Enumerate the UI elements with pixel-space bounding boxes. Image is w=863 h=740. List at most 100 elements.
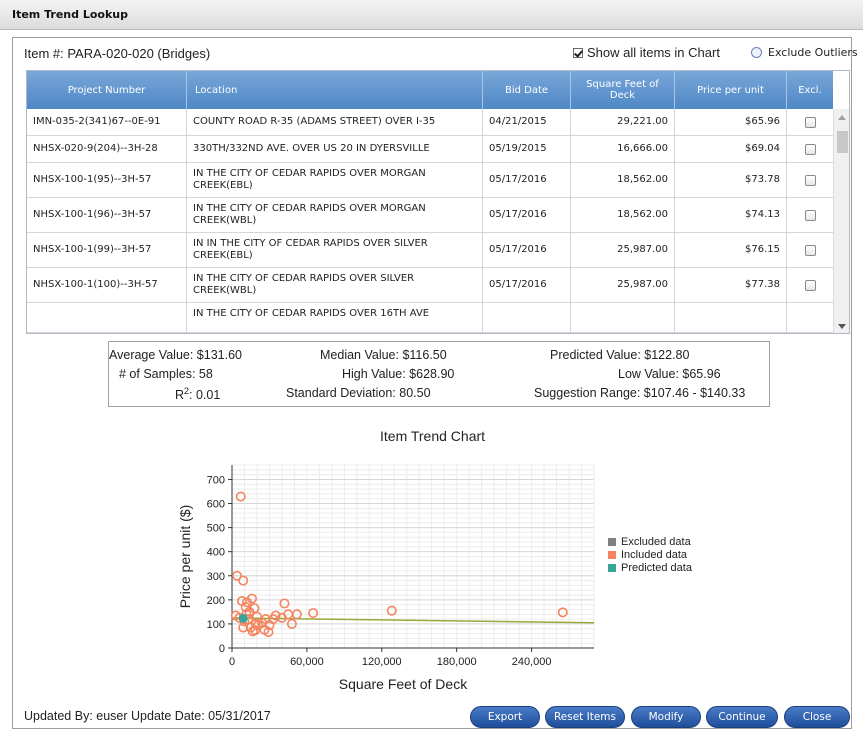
close-button[interactable]: Close [784,706,850,728]
modify-button[interactable]: Modify [631,706,701,728]
reset-items-button[interactable]: Reset Items [545,706,625,728]
legend-item: Included data [608,548,692,561]
legend-label: Predicted data [621,561,692,574]
exclude-outliers-label: Exclude Outliers [768,46,858,59]
low-value: Low Value: $65.96 [618,367,721,381]
suggestion-range: Suggestion Range: $107.46 - $140.33 [534,386,746,400]
item-number-label: Item #: PARA-020-020 (Bridges) [24,46,211,61]
col-header-location[interactable]: Location [187,71,483,109]
table-row[interactable]: NHSX-100-1(95)--3H-57 IN THE CITY OF CEDA… [27,163,833,198]
export-button[interactable]: Export [470,706,540,728]
cell-project: IMN-035-2(341)67--0E-91 [27,109,187,135]
cell-project: NHSX-100-1(100)--3H-57 [27,268,187,302]
legend-swatch [608,550,616,559]
chart-legend: Excluded data Included data Predicted data [608,535,692,574]
cell-location: IN THE CITY OF CEDAR RAPIDS OVER SILVER … [187,268,483,302]
cell-sqft: 18,562.00 [571,163,675,197]
cell-excl [787,268,833,302]
show-all-checkbox[interactable] [573,47,583,58]
legend-item: Predicted data [608,561,692,574]
continue-button[interactable]: Continue [706,706,778,728]
cell-sqft: 25,987.00 [571,268,675,302]
scroll-thumb[interactable] [837,131,848,153]
cell-excl [787,109,833,135]
col-header-square-feet[interactable]: Square Feet of Deck [571,71,675,109]
col-header-price-per-unit[interactable]: Price per unit [675,71,787,109]
x-tick-label: 60,000 [290,656,324,668]
median-value: Median Value: $116.50 [320,348,447,362]
col-header-label: Excl. [798,84,822,96]
x-tick-label: 0 [229,656,235,668]
cell-location: IN IN THE CITY OF CEDAR RAPIDS OVER SILV… [187,233,483,267]
scroll-up-arrow-icon[interactable] [838,115,846,120]
legend-swatch [608,537,616,546]
cell-location: IN THE CITY OF CEDAR RAPIDS OVER MORGAN … [187,163,483,197]
chart-title: Item Trend Chart [380,428,486,444]
exclude-checkbox[interactable] [804,209,816,221]
col-header-label: Bid Date [504,84,549,96]
y-axis-label: Price per unit ($) [177,505,193,608]
cell-excl [787,198,833,232]
cell-price: $76.15 [675,233,787,267]
cell-bid-date: 05/17/2016 [483,233,571,267]
exclude-checkbox[interactable] [804,116,816,128]
show-all-items-option[interactable]: Show all items in Chart [573,45,720,60]
cell-bid-date: 04/21/2015 [483,109,571,135]
cell-sqft: 25,987.00 [571,233,675,267]
window-titlebar: Item Trend Lookup [0,0,863,30]
exclude-checkbox[interactable] [804,174,816,186]
show-all-label: Show all items in Chart [587,45,720,60]
cell-bid-date: 05/17/2016 [483,198,571,232]
cell-price [675,303,787,332]
cell-excl [787,233,833,267]
updated-info: Updated By: euser Update Date: 05/31/201… [24,709,271,723]
table-row[interactable]: NHSX-020-9(204)--3H-28 330TH/332ND AVE. O… [27,136,833,163]
y-tick-label: 100 [207,619,225,631]
r-squared: R2: 0.01 [175,386,220,402]
cell-sqft [571,303,675,332]
legend-label: Excluded data [621,535,691,548]
cell-project: NHSX-020-9(204)--3H-28 [27,136,187,162]
table-row[interactable]: NHSX-100-1(100)--3H-57 IN THE CITY OF CED… [27,268,833,303]
cell-location: IN THE CITY OF CEDAR RAPIDS OVER 16TH AV… [187,303,483,332]
cell-excl [787,163,833,197]
exclude-outliers-option[interactable]: Exclude Outliers [751,46,858,59]
sample-count: # of Samples: 58 [119,367,213,381]
cell-bid-date: 05/17/2016 [483,163,571,197]
average-value: Average Value: $131.60 [109,348,242,362]
cell-project: NHSX-100-1(96)--3H-57 [27,198,187,232]
table-row[interactable]: IN THE CITY OF CEDAR RAPIDS OVER 16TH AV… [27,303,833,333]
grid-scrollbar[interactable] [833,109,849,333]
table-row[interactable]: NHSX-100-1(99)--3H-57 IN IN THE CITY OF C… [27,233,833,268]
exclude-checkbox[interactable] [804,279,816,291]
statistics-panel: Average Value: $131.60 Median Value: $11… [108,341,770,407]
y-tick-label: 200 [207,595,225,607]
cell-excl [787,136,833,162]
exclude-checkbox[interactable] [804,143,816,155]
table-row[interactable]: NHSX-100-1(96)--3H-57 IN THE CITY OF CEDA… [27,198,833,233]
cell-project [27,303,187,332]
y-tick-label: 300 [207,571,225,583]
legend-label: Included data [621,548,688,561]
cell-price: $73.78 [675,163,787,197]
exclude-outliers-radio[interactable] [751,47,762,58]
cell-excl [787,303,833,332]
cell-bid-date: 05/17/2016 [483,268,571,302]
cell-location: 330TH/332ND AVE. OVER US 20 IN DYERSVILL… [187,136,483,162]
y-tick-label: 0 [219,643,225,655]
cell-project: NHSX-100-1(99)--3H-57 [27,233,187,267]
col-header-excl[interactable]: Excl. [787,71,833,109]
grid-header: Project Number Location Bid Date Square … [27,71,833,109]
table-row[interactable]: IMN-035-2(341)67--0E-91 COUNTY ROAD R-35 … [27,109,833,136]
exclude-checkbox[interactable] [804,244,816,256]
standard-deviation: Standard Deviation: 80.50 [286,386,431,400]
legend-swatch [608,563,616,572]
item-trend-chart: 0 100 200 300 400 500 600 700 0 60,000 120,000 180,… [177,464,595,692]
col-header-bid-date[interactable]: Bid Date [483,71,571,109]
r-squared-value: : 0.01 [189,388,221,403]
col-header-project-number[interactable]: Project Number [27,71,187,109]
items-grid: Project Number Location Bid Date Square … [26,70,850,334]
col-header-label: Square Feet of Deck [586,79,659,101]
y-tick-label: 700 [207,474,225,486]
scroll-down-arrow-icon[interactable] [838,324,846,329]
